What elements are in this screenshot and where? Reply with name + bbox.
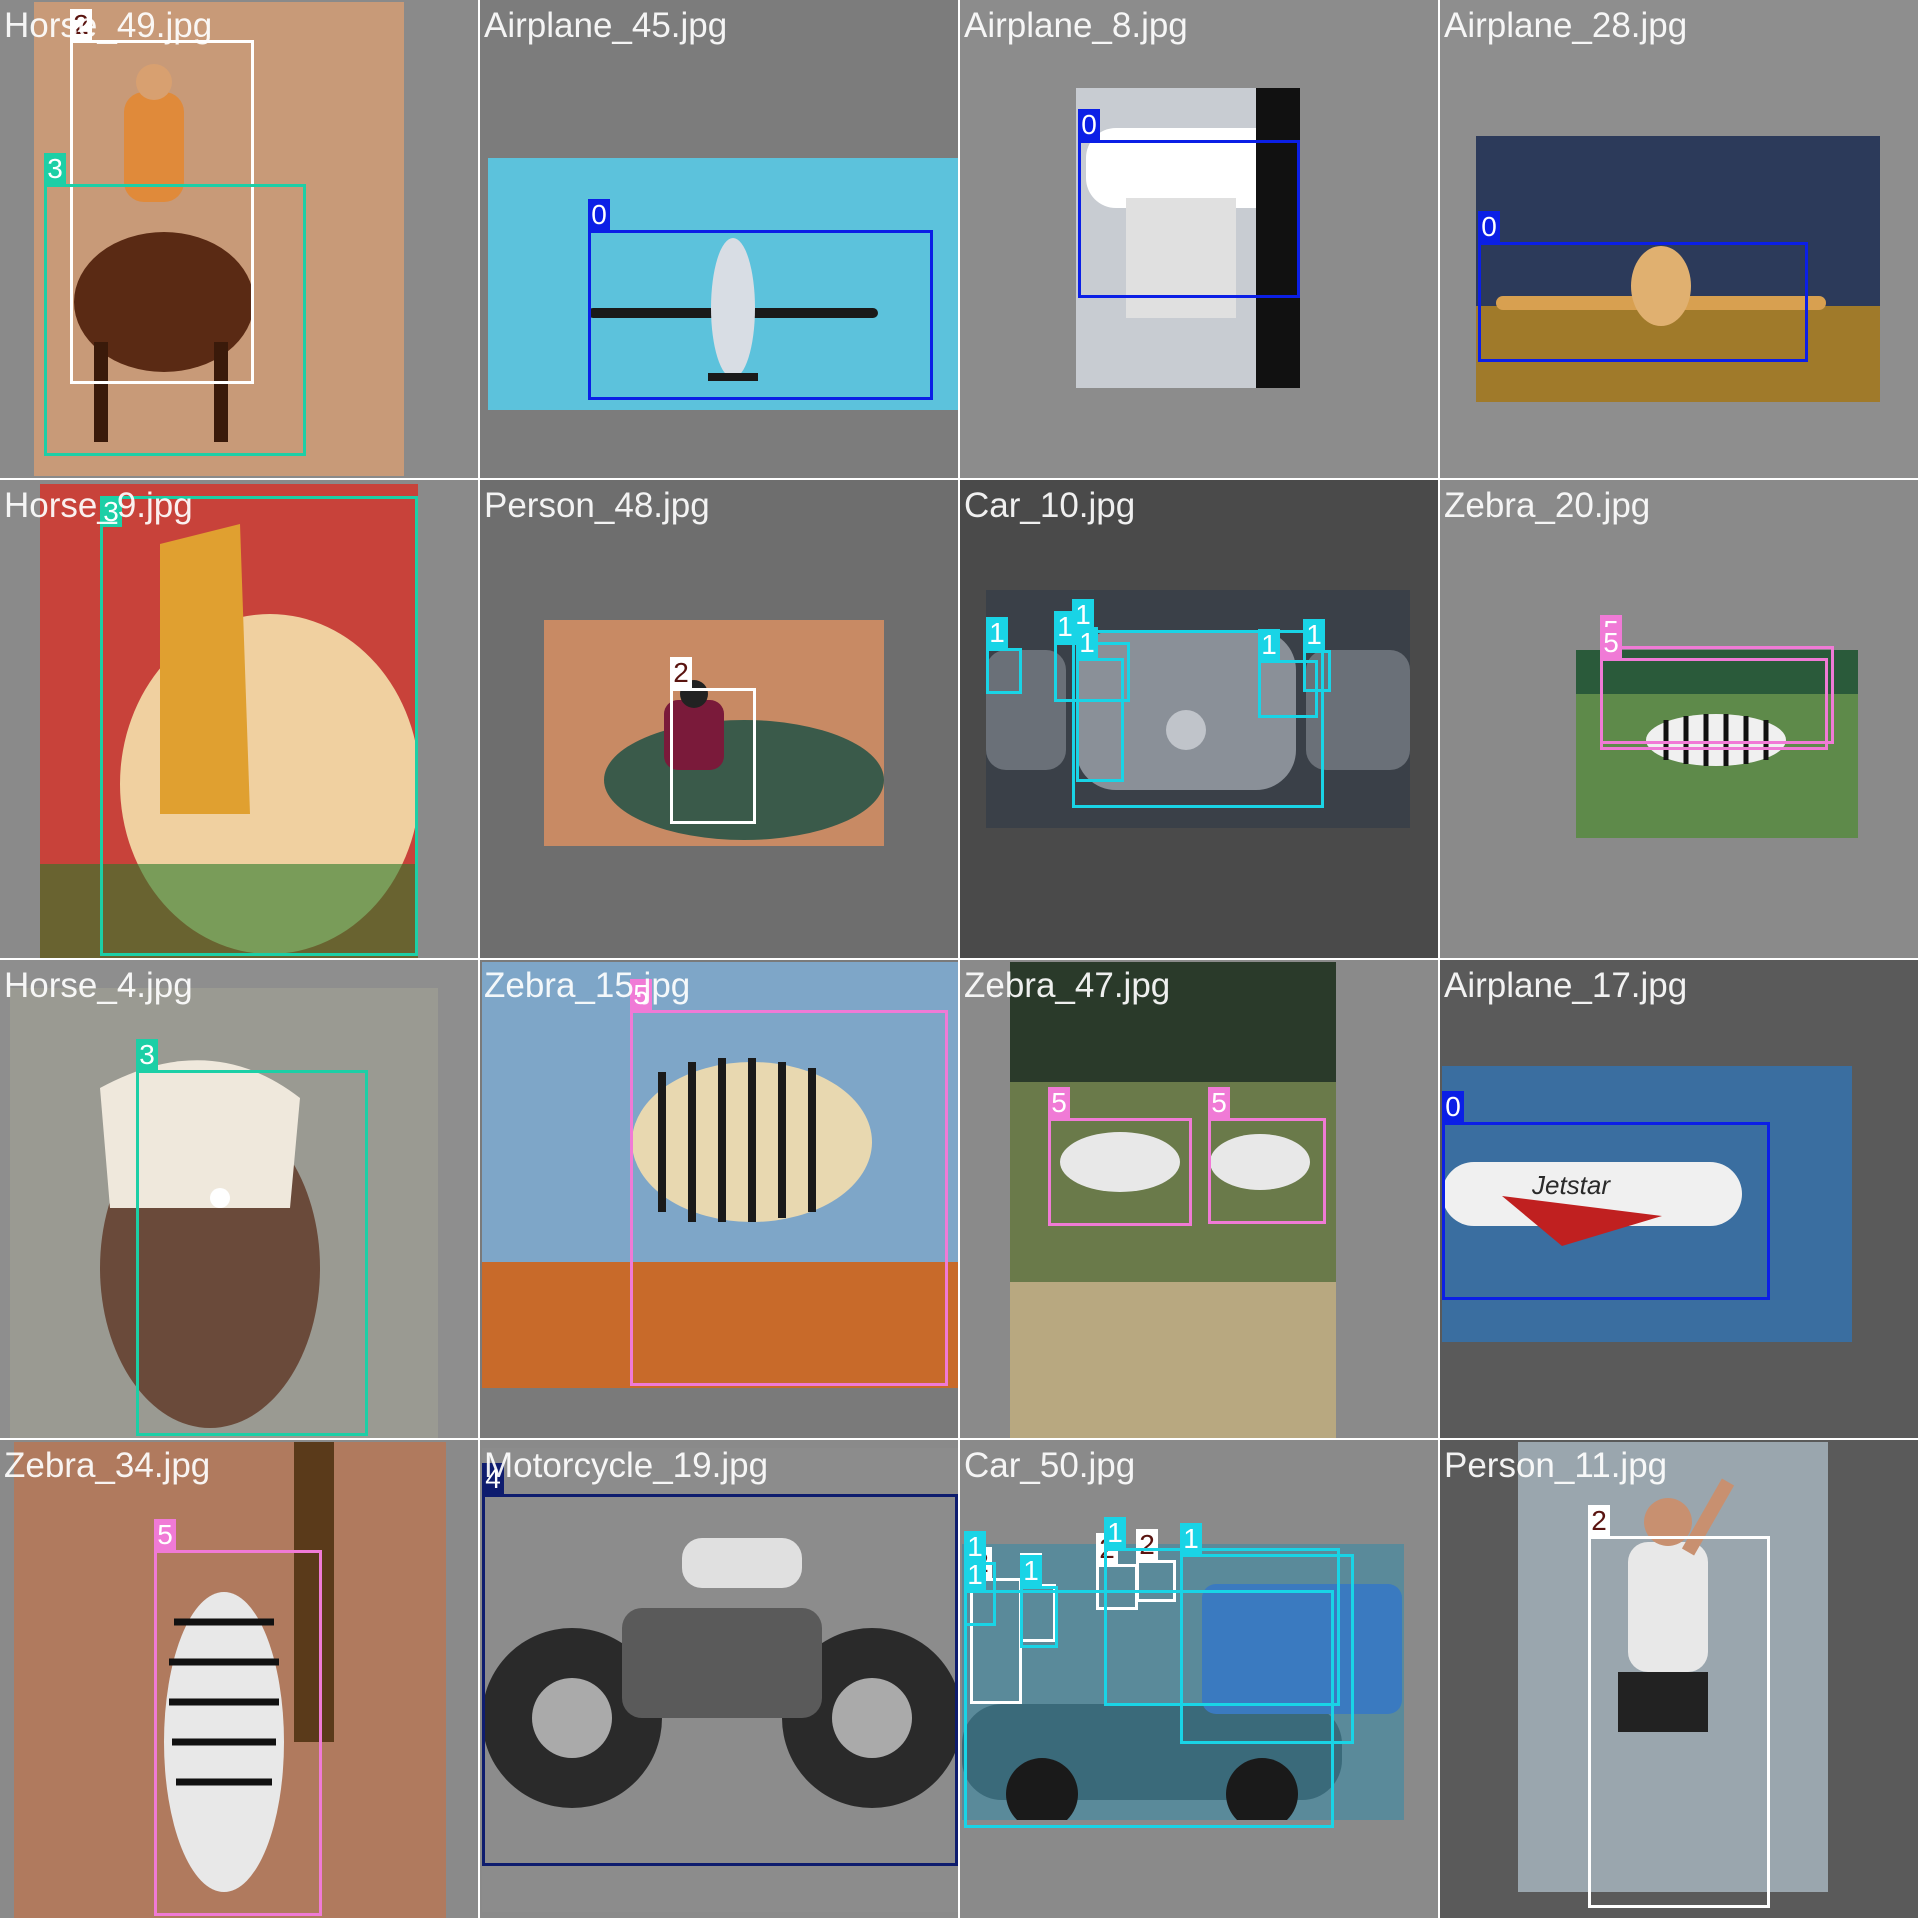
class-label: 5: [1048, 1087, 1070, 1118]
image-tile[interactable]: 0 Airplane_45.jpg: [480, 0, 958, 478]
class-label: 0: [588, 199, 610, 230]
image-tile[interactable]: 55Zebra_20.jpg: [1440, 480, 1918, 958]
bounding-box: 1: [1303, 619, 1331, 692]
grid-divider: [0, 1438, 1920, 1440]
class-label: 1: [1258, 629, 1280, 660]
class-label: 5: [1600, 627, 1622, 658]
class-label: 2: [670, 657, 692, 688]
class-label: 2: [1588, 1505, 1610, 1536]
bounding-box: 1: [1076, 627, 1124, 782]
image-tile[interactable]: 2 Person_11.jpg: [1440, 1440, 1918, 1918]
grid-divider: [0, 958, 1920, 960]
bounding-box: 5: [1048, 1087, 1192, 1226]
bounding-box: 5: [154, 1519, 322, 1916]
grid-divider: [0, 478, 1920, 480]
class-label: 5: [630, 979, 652, 1010]
image-tile[interactable]: 5 Zebra_34.jpg: [0, 1440, 478, 1918]
bounding-box: 5: [1208, 1087, 1326, 1224]
bounding-box: 3: [44, 153, 306, 456]
bounding-box: 4: [482, 1463, 958, 1866]
class-label: 1: [986, 617, 1008, 648]
image-tile[interactable]: 0 Airplane_8.jpg: [960, 0, 1438, 478]
bounding-box: 0: [588, 199, 933, 400]
image-filename: Car_50.jpg: [964, 1446, 1136, 1485]
class-label: 1: [1180, 1523, 1202, 1554]
class-label: 1: [1104, 1517, 1126, 1548]
class-label: 0: [1442, 1091, 1464, 1122]
image-tile[interactable]: 3 Horse_9.jpg: [0, 480, 478, 958]
bounding-box: 0: [1442, 1091, 1770, 1300]
image-filename: Airplane_17.jpg: [1444, 966, 1688, 1005]
bounding-box: 0: [1478, 211, 1808, 362]
image-tile[interactable]: 3 Horse_4.jpg: [0, 960, 478, 1438]
class-label: 4: [482, 1463, 504, 1494]
image-tile[interactable]: 2 3 Horse_49.jpg: [0, 0, 478, 478]
image-tile[interactable]: 4 Motorcycle_19.jpg: [480, 1440, 958, 1918]
bounding-box: 3: [136, 1039, 368, 1436]
class-label: 0: [1078, 109, 1100, 140]
bounding-box: 5: [630, 979, 948, 1386]
bounding-box: 0: [1078, 109, 1300, 298]
mosaic-grid: 2 3 Horse_49.jpg 0 Airplane_45.jpg 0 Airplane_…: [0, 0, 1920, 1920]
image-filename: Airplane_45.jpg: [484, 6, 728, 45]
bounding-box: 1: [986, 617, 1022, 694]
image-tile[interactable]: 1 1 1 1 1 1 Car_10.jpg: [960, 480, 1438, 958]
image-tile[interactable]: 5 Zebra_15.jpg: [480, 960, 958, 1438]
class-label: 1: [964, 1531, 986, 1562]
grid-divider: [1438, 0, 1440, 1920]
class-label: 1: [1076, 627, 1098, 658]
image-filename: Zebra_20.jpg: [1444, 486, 1651, 525]
image-filename: Airplane_8.jpg: [964, 6, 1188, 45]
image-tile[interactable]: Jetstar 0 Airplane_17.jpg: [1440, 960, 1918, 1438]
class-label: 2: [70, 9, 92, 40]
class-label: 3: [136, 1039, 158, 1070]
image-tile[interactable]: 2 Person_48.jpg: [480, 480, 958, 958]
image-filename: Airplane_28.jpg: [1444, 6, 1688, 45]
class-label: 0: [1478, 211, 1500, 242]
bounding-box: 2: [670, 657, 756, 824]
image-filename: Person_48.jpg: [484, 486, 710, 525]
image-tile[interactable]: 0 Airplane_28.jpg: [1440, 0, 1918, 478]
class-label: 1: [1303, 619, 1325, 650]
image-tile[interactable]: 222211111Car_50.jpg: [960, 1440, 1438, 1918]
bounding-box: 1: [1180, 1523, 1354, 1744]
grid-divider: [478, 0, 480, 1920]
class-label: 1: [964, 1559, 986, 1590]
class-label: 3: [100, 496, 122, 527]
class-label: 3: [44, 153, 66, 184]
image-tile[interactable]: 5 5 Zebra_47.jpg: [960, 960, 1438, 1438]
image-filename: Car_10.jpg: [964, 486, 1136, 525]
class-label: 1: [1020, 1555, 1042, 1586]
bounding-box: 3: [100, 496, 418, 956]
class-label: 5: [1208, 1087, 1230, 1118]
bounding-box: 2: [1588, 1505, 1770, 1908]
class-label: 1: [1072, 599, 1094, 630]
class-label: 5: [154, 1519, 176, 1550]
bounding-box: 5: [1600, 627, 1828, 750]
grid-divider: [958, 0, 960, 1920]
